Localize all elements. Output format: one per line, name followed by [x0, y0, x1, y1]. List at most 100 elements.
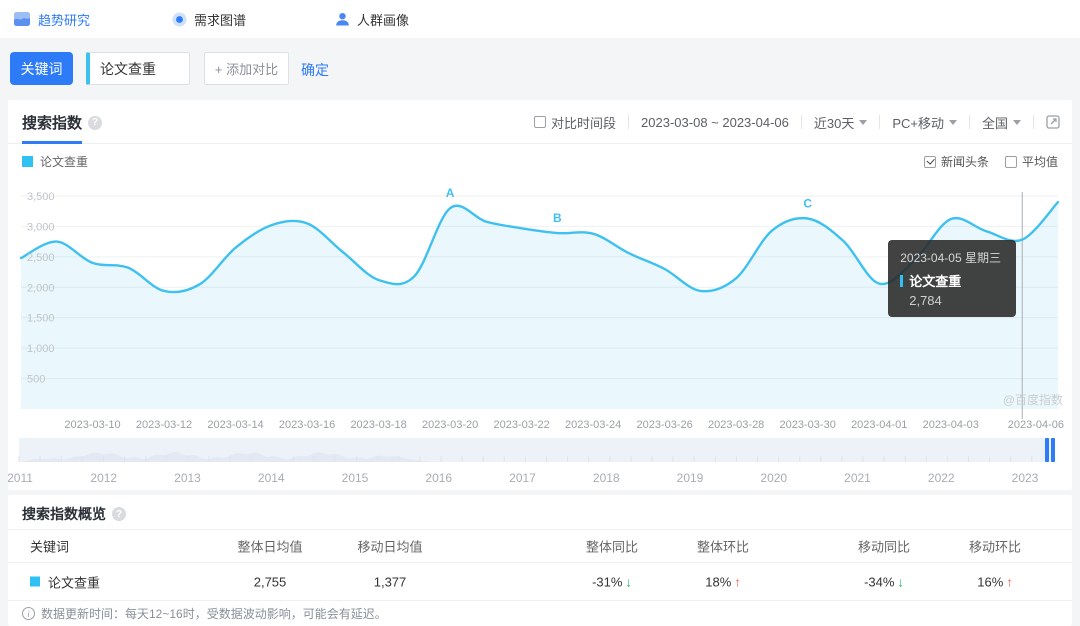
x-axis-label: 2023-03-24: [565, 419, 621, 431]
metric-cell: -34% ↓: [864, 574, 904, 589]
x-axis-label: 2023-04-03: [923, 419, 979, 431]
trend-chart-icon: [14, 11, 30, 26]
date-range[interactable]: 2023-03-08 ~ 2023-04-06: [641, 115, 789, 130]
nav-persona[interactable]: 人群画像: [335, 0, 409, 38]
checkbox-checked-icon: [923, 155, 936, 168]
persona-icon: [336, 12, 349, 25]
metric-cell: 16% ↑: [977, 574, 1013, 589]
news-marker[interactable]: C: [803, 197, 812, 211]
nav-trend-research[interactable]: 趋势研究: [14, 0, 90, 38]
overview-title-label: 搜索指数概览: [22, 506, 106, 522]
x-axis-label: 2023-03-30: [780, 419, 836, 431]
trend-chart[interactable]: 500 1,000 1,500 2,000 2,500 3,000 3,500 2023-03…: [8, 176, 1072, 436]
x-axis-label: 2023-03-12: [136, 419, 192, 431]
chart-overlays: 新闻头条 平均值: [923, 153, 1058, 170]
keyword-button[interactable]: 关键词: [10, 52, 73, 85]
nav-demand-map[interactable]: 需求图谱: [172, 0, 246, 38]
timeline-year-label: 2018: [593, 471, 620, 485]
metric-cell: 18% ↑: [705, 574, 741, 589]
y-axis-label: 2,000: [27, 282, 55, 294]
column-header: 关键词: [30, 539, 70, 555]
range-select[interactable]: 近30天: [813, 113, 868, 132]
average-checkbox[interactable]: 平均值: [1004, 153, 1058, 170]
range-select-value: 近30天: [813, 115, 855, 131]
timeline-year-label: 2012: [90, 471, 117, 485]
search-index-card: 搜索指数 ? 对比时间段 2023-03-08 ~ 2023-04-06 近30…: [8, 100, 1072, 490]
chevron-down-icon: [948, 119, 957, 129]
average-label: 平均值: [1021, 155, 1058, 169]
column-header: 移动日均值: [357, 539, 423, 555]
nav-label: 人群画像: [357, 12, 410, 28]
note-text: 数据更新时间：每天12~16时，受数据波动影响，可能会有延迟。: [41, 607, 387, 621]
device-select-value: PC+移动: [892, 115, 944, 131]
y-axis-label: 1,000: [27, 343, 55, 355]
timeline-year-label: 2011: [8, 471, 33, 485]
checkbox-icon: [534, 116, 547, 128]
column-header: 整体环比: [696, 539, 750, 555]
tab-search-index[interactable]: 搜索指数 ?: [22, 112, 103, 133]
timeline-year-label: 2013: [174, 471, 201, 485]
timeline-year-label: 2022: [928, 471, 955, 485]
nav-label: 需求图谱: [194, 12, 247, 28]
panel-header: 搜索指数 ? 对比时间段 2023-03-08 ~ 2023-04-06 近30…: [8, 100, 1072, 144]
news-headlines-checkbox[interactable]: 新闻头条: [923, 153, 989, 170]
column-header: 整体日均值: [237, 539, 303, 555]
y-axis-label: 2,500: [27, 252, 55, 264]
chart-filters: 对比时间段 2023-03-08 ~ 2023-04-06 近30天 PC+移动…: [534, 100, 1060, 144]
external-link-icon[interactable]: [1046, 115, 1060, 129]
y-axis-label: 1,500: [27, 313, 55, 325]
chevron-down-icon: [859, 119, 868, 129]
legend-swatch: [30, 576, 40, 587]
keyword-input[interactable]: [100, 60, 190, 77]
divider: [1033, 115, 1034, 129]
overview-card: 搜索指数概览 ? 关键词 整体日均值 移动日均值 整体同比 整体环比 移动同比 移动环比 论…: [8, 495, 1072, 626]
x-axis-label: 2023-03-22: [493, 419, 549, 431]
keyword-input-wrap: [86, 52, 190, 85]
keyword-cell: 论文查重: [30, 572, 100, 591]
timeline-slider[interactable]: 2011 2012 2013 2014 2015 2016 2017 2018 2019 2020…: [8, 436, 1072, 488]
tab-label: 搜索指数: [22, 115, 83, 132]
y-axis-label: 3,500: [27, 191, 55, 203]
baidu-index-app: 趋势研究 需求图谱 人群画像 关键词 + 添加对比 确定 搜: [0, 0, 1080, 626]
avg-value-cell: 1,377: [373, 574, 407, 589]
region-select[interactable]: 全国: [982, 113, 1021, 132]
legend-row: 论文查重 新闻头条 平均值: [8, 144, 1072, 176]
info-icon: i: [22, 607, 35, 620]
data-update-note: i 数据更新时间：每天12~16时，受数据波动影响，可能会有延迟。: [8, 601, 1072, 626]
news-marker[interactable]: A: [446, 186, 455, 200]
legend-label: 论文查重: [40, 155, 89, 169]
x-axis-label: 2023-04-01: [851, 419, 907, 431]
timeline-year-label: 2017: [509, 471, 536, 485]
x-axis-label: 2023-03-20: [422, 419, 478, 431]
timeline-year-label: 2016: [425, 471, 452, 485]
x-axis-label: 2023-03-26: [637, 419, 693, 431]
overview-table-row: 论文查重 2,755 1,377 -31% ↓ 18% ↑ -34% ↓ 16% ↑: [8, 563, 1072, 601]
metric-cell: -31% ↓: [592, 574, 632, 589]
timeline-year-label: 2023: [1012, 471, 1039, 485]
divider: [968, 115, 970, 129]
watermark: @百度指数: [1003, 392, 1063, 407]
confirm-link[interactable]: 确定: [301, 60, 329, 80]
arrow-up-icon: ↑: [734, 574, 741, 589]
x-axis-label: 2023-03-16: [279, 419, 335, 431]
help-icon[interactable]: ?: [112, 507, 126, 521]
slider-handle-left[interactable]: [1045, 438, 1049, 462]
column-header: 整体同比: [585, 539, 639, 555]
slider-handle-right[interactable]: [1051, 438, 1055, 462]
x-axis-label: 2023-03-28: [708, 419, 764, 431]
demand-map-icon: [172, 12, 187, 26]
news-marker[interactable]: B: [553, 211, 562, 225]
help-icon[interactable]: ?: [88, 115, 103, 130]
y-axis-label: 500: [27, 374, 45, 386]
arrow-down-icon: ↓: [897, 574, 904, 589]
x-axis-label: 2023-04-06: [1008, 419, 1064, 431]
timeline-year-label: 2019: [677, 471, 704, 485]
divider: [800, 115, 802, 129]
y-axis-label: 3,000: [27, 221, 55, 233]
device-select[interactable]: PC+移动: [892, 113, 957, 132]
timeline-year-label: 2020: [760, 471, 787, 485]
overview-title: 搜索指数概览 ?: [22, 504, 126, 524]
series-area: [21, 202, 1058, 409]
compare-period-checkbox[interactable]: 对比时间段: [534, 113, 616, 132]
add-compare-button[interactable]: + 添加对比: [204, 52, 289, 85]
